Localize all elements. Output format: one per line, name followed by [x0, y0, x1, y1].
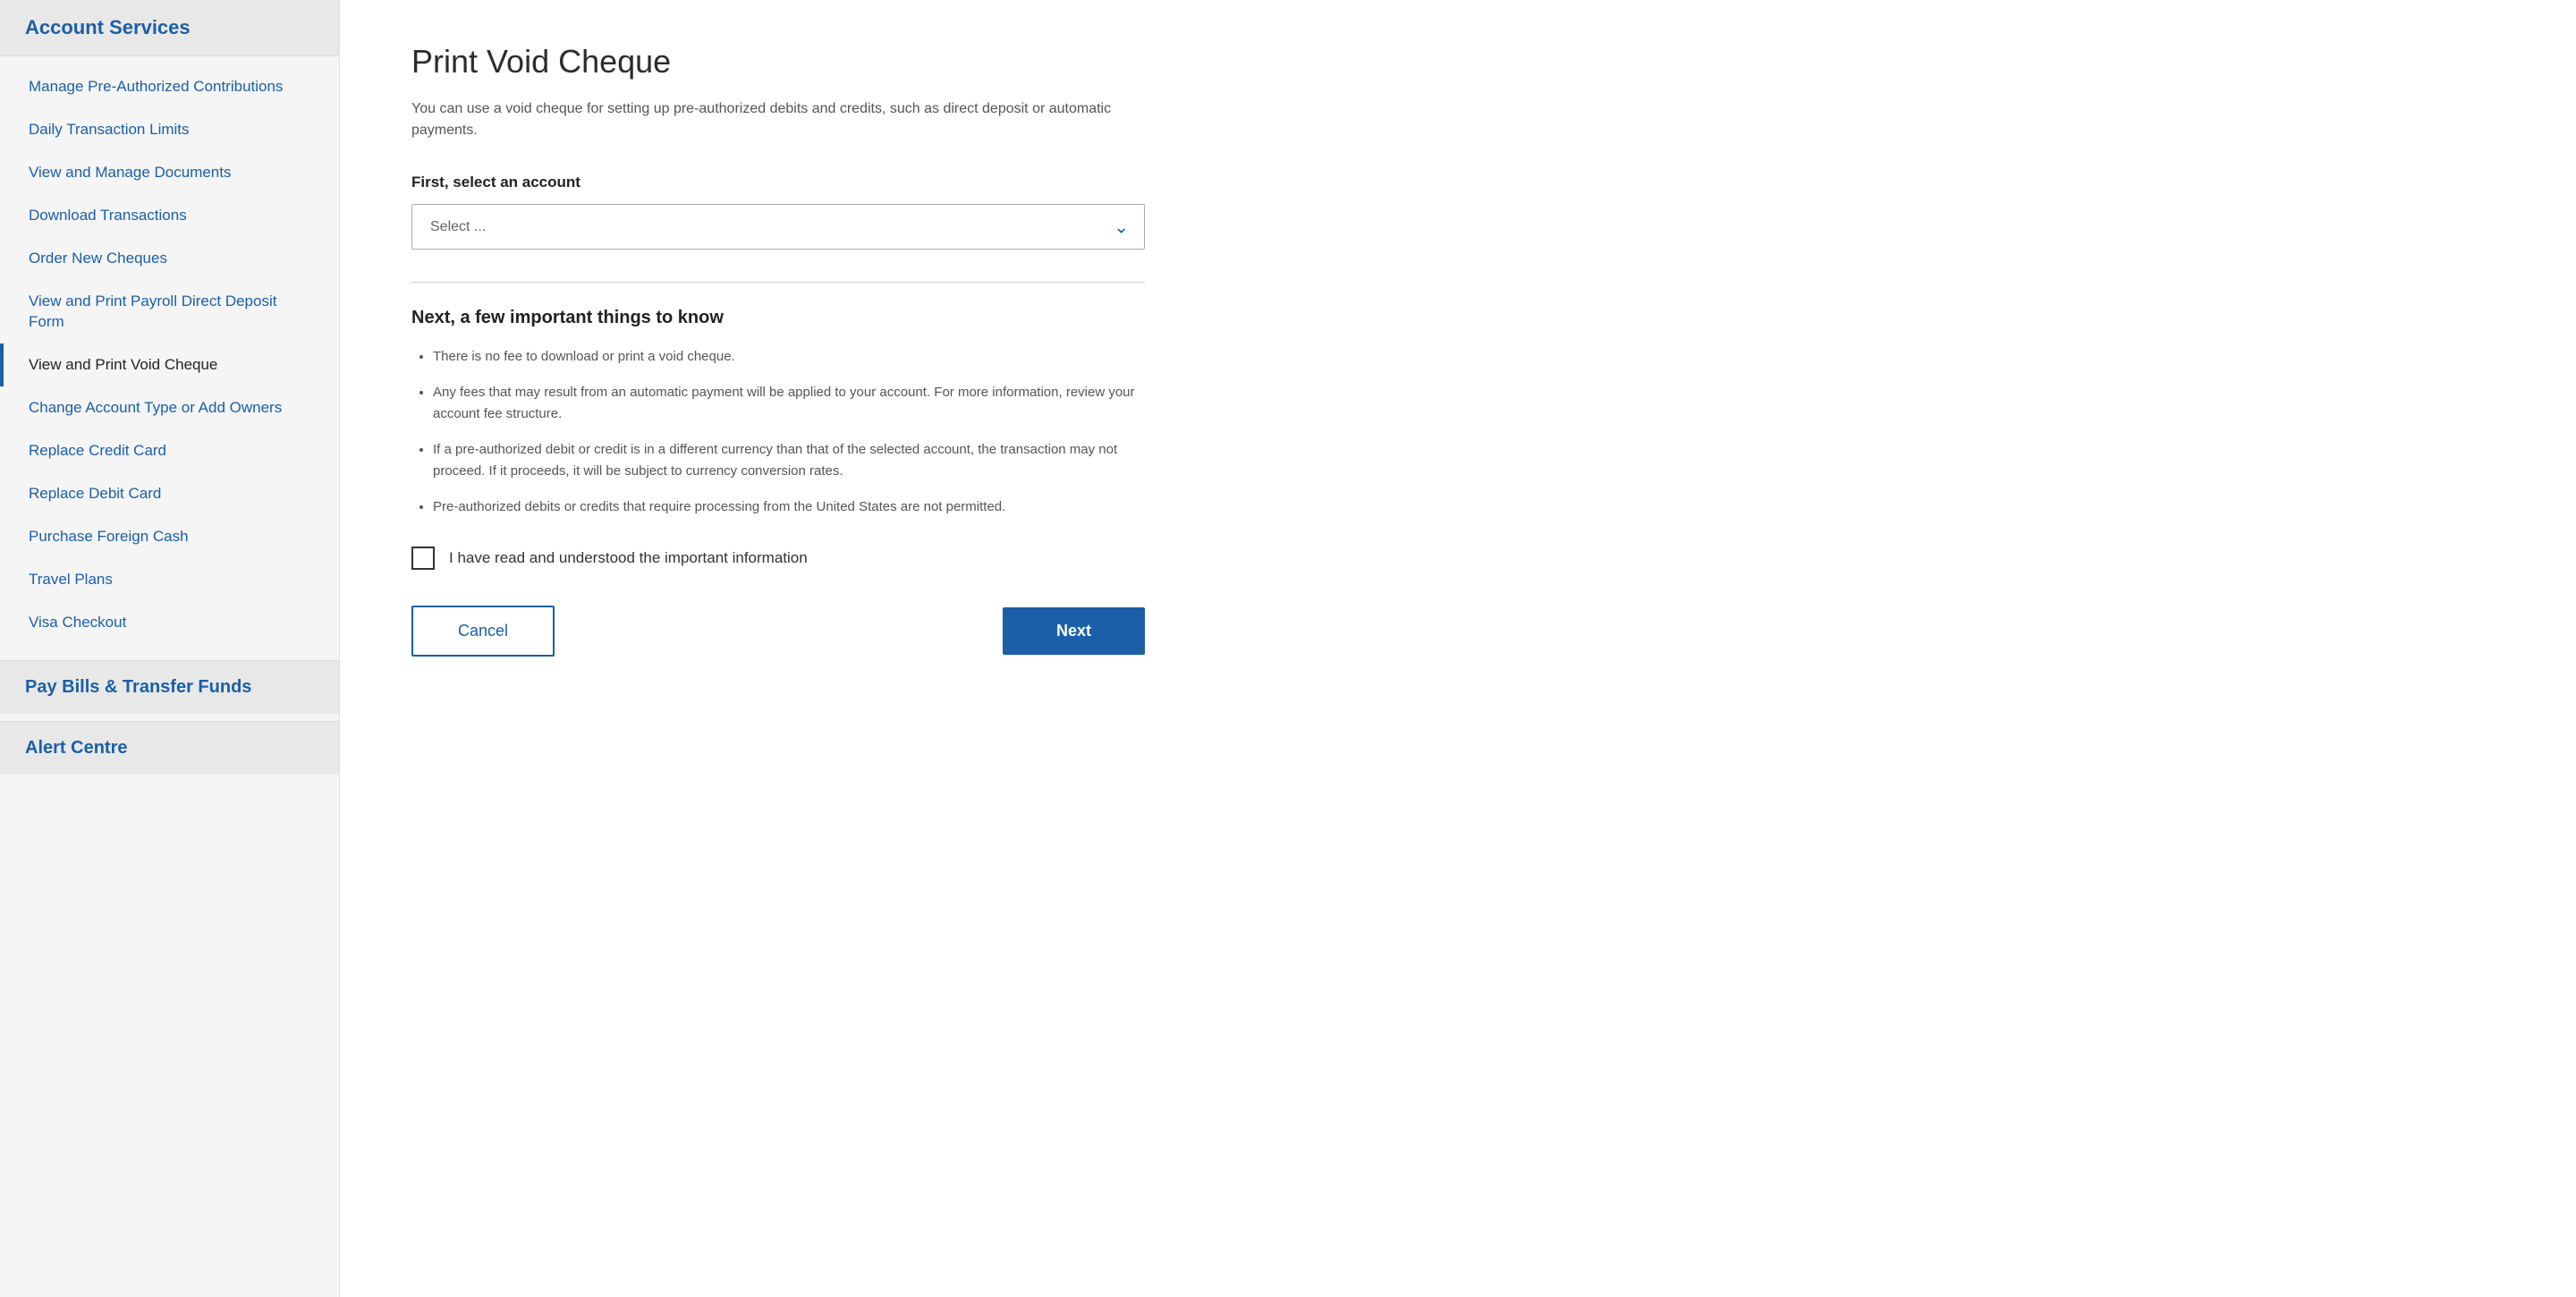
sidebar-item-download-transactions[interactable]: Download Transactions	[0, 194, 339, 237]
info-item-1: There is no fee to download or print a v…	[433, 346, 1145, 368]
acknowledge-checkbox[interactable]	[411, 547, 435, 570]
info-item-4: Pre-authorized debits or credits that re…	[433, 496, 1145, 518]
sidebar-item-replace-debit-card[interactable]: Replace Debit Card	[0, 472, 339, 515]
sidebar-pay-bills-header[interactable]: Pay Bills & Transfer Funds	[0, 660, 339, 714]
page-description: You can use a void cheque for setting up…	[411, 98, 1127, 141]
sidebar-account-services-header: Account Services	[0, 0, 339, 56]
checkbox-label[interactable]: I have read and understood the important…	[449, 549, 808, 567]
sidebar-item-manage-pre-authorized[interactable]: Manage Pre-Authorized Contributions	[0, 65, 339, 108]
sidebar-item-replace-credit-card[interactable]: Replace Credit Card	[0, 429, 339, 472]
section-divider	[411, 282, 1145, 283]
sidebar-item-order-new-cheques[interactable]: Order New Cheques	[0, 237, 339, 280]
sidebar-item-change-account-type[interactable]: Change Account Type or Add Owners	[0, 386, 339, 429]
info-section-title: Next, a few important things to know	[411, 308, 1145, 328]
sidebar-item-view-manage-documents[interactable]: View and Manage Documents	[0, 151, 339, 194]
sidebar-alert-centre-label: Alert Centre	[25, 738, 127, 758]
sidebar-pay-bills-label: Pay Bills & Transfer Funds	[25, 677, 251, 697]
sidebar-alert-centre-header[interactable]: Alert Centre	[0, 721, 339, 775]
info-section: Next, a few important things to know The…	[411, 308, 1145, 518]
sidebar-item-daily-transaction-limits[interactable]: Daily Transaction Limits	[0, 108, 339, 151]
sidebar-item-view-print-payroll[interactable]: View and Print Payroll Direct Deposit Fo…	[0, 280, 339, 343]
sidebar-nav: Manage Pre-Authorized Contributions Dail…	[0, 56, 339, 653]
sidebar-item-travel-plans[interactable]: Travel Plans	[0, 558, 339, 601]
info-item-3: If a pre-authorized debit or credit is i…	[433, 439, 1145, 482]
cancel-button[interactable]: Cancel	[411, 606, 555, 657]
page-title: Print Void Cheque	[411, 43, 2504, 81]
next-button[interactable]: Next	[1003, 607, 1145, 655]
sidebar: Account Services Manage Pre-Authorized C…	[0, 0, 340, 1297]
info-item-2: Any fees that may result from an automat…	[433, 382, 1145, 425]
button-row: Cancel Next	[411, 606, 1145, 657]
account-select-wrapper: Select ... ⌄	[411, 204, 1145, 250]
info-list: There is no fee to download or print a v…	[411, 346, 1145, 518]
checkbox-row: I have read and understood the important…	[411, 547, 1145, 570]
account-select[interactable]: Select ...	[411, 204, 1145, 250]
sidebar-item-visa-checkout[interactable]: Visa Checkout	[0, 601, 339, 644]
main-content: Print Void Cheque You can use a void che…	[340, 0, 2576, 1297]
sidebar-item-view-print-void-cheque[interactable]: View and Print Void Cheque	[0, 343, 339, 386]
sidebar-item-purchase-foreign-cash[interactable]: Purchase Foreign Cash	[0, 515, 339, 558]
sidebar-account-services-label: Account Services	[25, 16, 191, 38]
select-account-label: First, select an account	[411, 174, 2504, 191]
page-container: Account Services Manage Pre-Authorized C…	[0, 0, 2576, 1297]
